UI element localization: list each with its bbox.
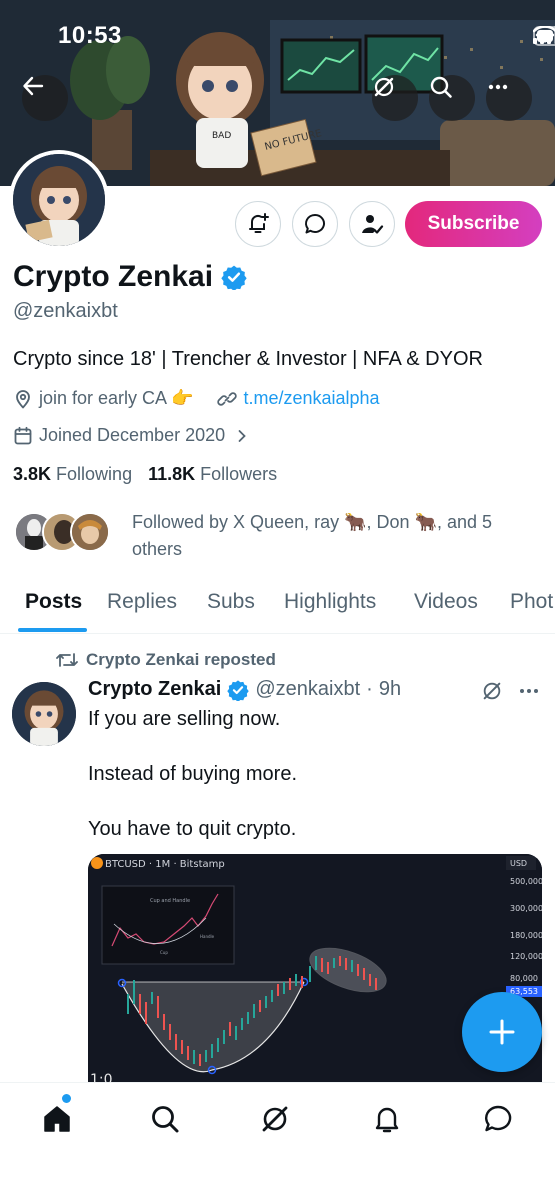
tab-videos[interactable]: Videos <box>414 590 478 614</box>
price-level: 500,000 <box>510 877 542 886</box>
message-icon <box>305 214 326 234</box>
profile-avatar[interactable] <box>9 150 109 250</box>
profile-location: join for early CA 👉 <box>39 388 194 408</box>
notification-bell-icon <box>375 1107 399 1133</box>
verified-badge-icon[interactable] <box>221 264 247 290</box>
message-button[interactable] <box>292 201 338 247</box>
grok-icon <box>374 77 394 97</box>
link-icon <box>217 391 238 406</box>
nav-notifications[interactable] <box>367 1099 407 1139</box>
tab-photos[interactable]: Phot <box>510 590 553 614</box>
profile-tabs: Posts Replies Subs Highlights Videos Pho… <box>0 574 555 634</box>
grok-button[interactable] <box>372 75 418 121</box>
status-time: 10:53 <box>58 22 122 49</box>
notifications-toggle-button[interactable] <box>235 201 281 247</box>
notification-bell-icon <box>249 213 269 233</box>
following-count: 3.8K <box>13 464 52 484</box>
bottom-nav <box>0 1082 555 1200</box>
active-tab-indicator <box>18 628 87 632</box>
followers-label: Followers <box>200 464 278 484</box>
followed-by-avatars[interactable] <box>14 512 110 552</box>
post-author-name[interactable]: Crypto Zenkai <box>88 678 221 701</box>
follow-counts: 3.8K Following 11.8K Followers <box>13 464 277 485</box>
avatar <box>70 512 110 552</box>
inset-label-cup: Cup <box>160 950 168 955</box>
search-button[interactable] <box>429 75 475 121</box>
message-icon <box>484 1105 512 1132</box>
joined-date: Joined December 2020 <box>39 425 226 445</box>
following-button[interactable] <box>349 201 395 247</box>
post-separator: · <box>366 678 373 700</box>
chevron-right-icon <box>238 429 246 442</box>
calendar-icon <box>14 426 32 444</box>
verified-badge-icon <box>227 679 250 701</box>
plus-icon <box>489 1019 515 1045</box>
display-name: Crypto Zenkai <box>13 260 247 294</box>
tab-posts[interactable]: Posts <box>25 590 82 614</box>
followers-link[interactable]: 11.8K Followers <box>148 464 277 485</box>
following-label: Following <box>56 464 133 484</box>
home-icon <box>44 1106 70 1132</box>
subscribe-button[interactable]: Subscribe <box>405 201 542 247</box>
followers-count: 11.8K <box>148 464 196 484</box>
post-text-line: You have to quit crypto. <box>88 818 297 840</box>
followed-user-icon <box>362 215 384 234</box>
chart-symbol: BTCUSD · 1M · Bitstamp <box>105 859 225 870</box>
tab-highlights[interactable]: Highlights <box>284 590 376 614</box>
followed-by-text[interactable]: Followed by X Queen, ray 🐂, Don 🐂, and 5… <box>132 509 532 563</box>
profile-bio: Crypto since 18' | Trencher & Investor |… <box>13 348 483 370</box>
more-icon <box>488 84 508 90</box>
post-header: Crypto Zenkai @zenkaixbt · 9h <box>88 678 401 701</box>
repost-label: Crypto Zenkai reposted <box>86 650 276 669</box>
search-icon <box>430 76 452 98</box>
nav-grok[interactable] <box>255 1099 295 1139</box>
display-name-text: Crypto Zenkai <box>13 260 214 293</box>
search-icon <box>152 1106 179 1133</box>
inset-label-handle: Handle <box>200 934 215 939</box>
grok-icon[interactable] <box>481 680 503 702</box>
tab-replies[interactable]: Replies <box>107 590 177 614</box>
compose-button[interactable] <box>462 992 542 1072</box>
more-button[interactable] <box>486 75 532 121</box>
following-link[interactable]: 3.8K Following <box>13 464 132 485</box>
post-author-avatar[interactable] <box>12 682 76 746</box>
banner-shirt-text: BAD <box>212 131 231 141</box>
back-arrow-icon <box>23 76 44 96</box>
nav-home[interactable] <box>37 1099 77 1139</box>
home-unread-dot <box>62 1094 71 1103</box>
price-level: 300,000 <box>510 904 542 913</box>
battery-icon <box>533 26 555 46</box>
avatar-image <box>12 682 76 746</box>
grok-icon <box>262 1106 288 1132</box>
chart-currency: USD <box>510 859 527 868</box>
post-text-line: If you are selling now. <box>88 708 281 730</box>
post-text-line: Instead of buying more. <box>88 763 298 785</box>
avatar-image <box>13 154 105 246</box>
price-level: 180,000 <box>510 931 542 940</box>
location-pin-icon <box>16 389 30 408</box>
profile-handle: @zenkaixbt <box>13 300 118 322</box>
back-button[interactable] <box>22 75 68 121</box>
nav-messages[interactable] <box>478 1099 518 1139</box>
joined-row[interactable]: Joined December 2020 <box>13 425 249 446</box>
profile-link[interactable]: t.me/zenkaialpha <box>243 388 379 409</box>
repost-icon <box>56 653 78 667</box>
inset-title: Cup and Handle <box>150 898 190 904</box>
post-author-handle: @zenkaixbt <box>255 678 361 700</box>
repost-indicator[interactable]: Crypto Zenkai reposted <box>56 650 276 670</box>
profile-meta-row: join for early CA 👉 t.me/zenkaialpha <box>13 388 380 409</box>
price-level: 80,000 <box>510 974 538 983</box>
more-icon[interactable] <box>517 681 541 701</box>
nav-search[interactable] <box>145 1099 185 1139</box>
price-level: 120,000 <box>510 952 542 961</box>
tab-subs[interactable]: Subs <box>207 590 255 614</box>
post-time: 9h <box>378 678 402 700</box>
